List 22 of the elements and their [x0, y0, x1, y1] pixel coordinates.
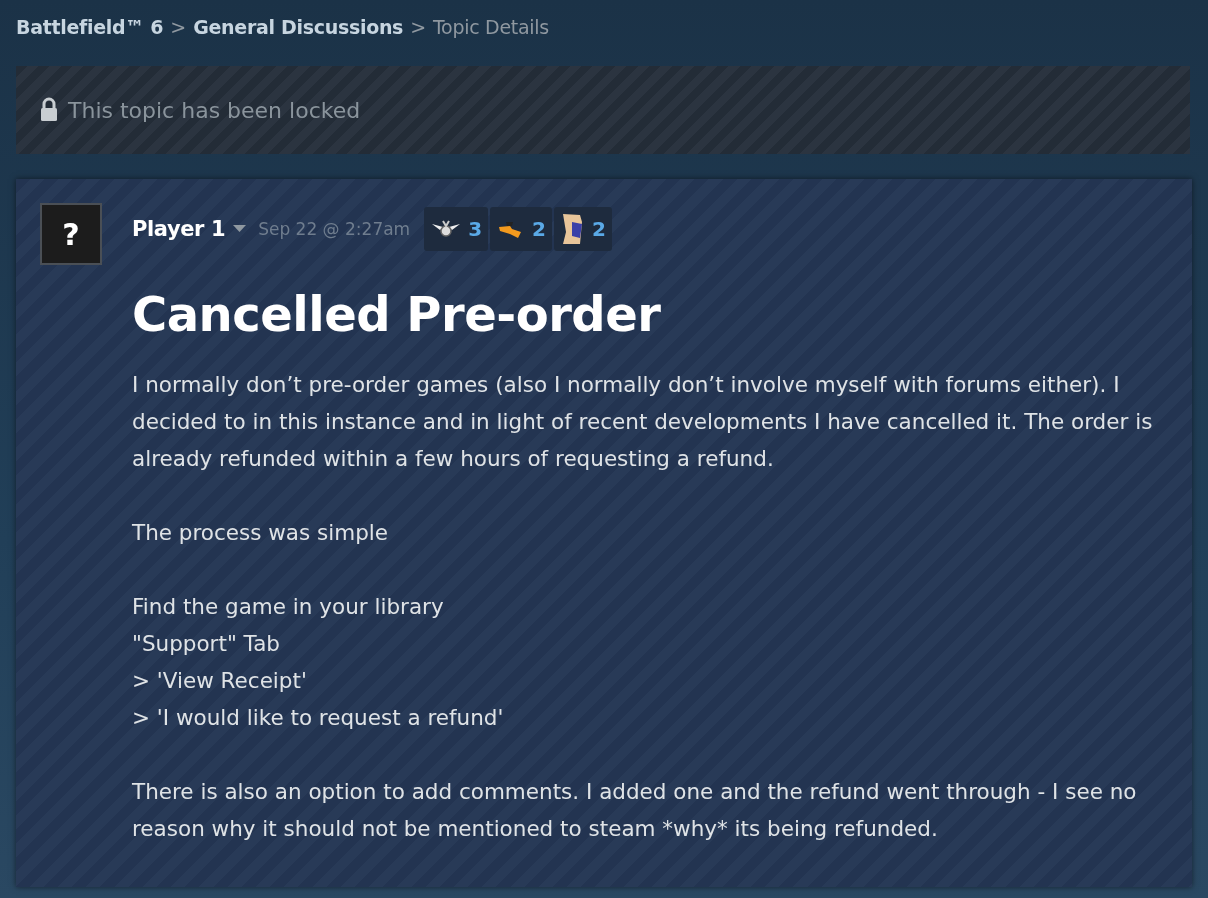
breadcrumb-separator: > [410, 16, 427, 38]
topic-title: Cancelled Pre-order [132, 286, 662, 342]
post-date: Sep 22 @ 2:27am [258, 219, 411, 239]
body-text: The process was simple [132, 519, 390, 547]
author-name[interactable]: Player 1 [132, 217, 226, 241]
dropdown-caret-icon[interactable] [233, 225, 247, 233]
body-text: Find the game in your library [132, 593, 445, 621]
body-text: I normally don’t pre-order games (also I normally don’t involve myself with forums either). I decided to in this instance and in light of recent developments I have cancelled it. The order is already refunded within a few hours of requesting a refund. [132, 371, 1154, 473]
breadcrumb-current: Topic Details [433, 16, 549, 38]
lock-notice: This topic has been locked [68, 97, 361, 123]
breadcrumb-separator: > [170, 16, 187, 38]
body-text: > 'View Receipt' [132, 667, 308, 695]
breadcrumb-link[interactable]: General Discussions [193, 16, 404, 38]
lock-icon [40, 97, 58, 123]
body-text: > 'I would like to request a refund' [132, 704, 505, 732]
award-badge[interactable]: 2 [490, 207, 553, 251]
avatar[interactable]: ? [40, 203, 102, 265]
body-text: There is also an option to add comments. I added one and the refund went through - I see no reason why it should not be mentioned to steam *why* its being refunded. [132, 778, 1138, 843]
award-badge[interactable]: 3 [424, 207, 489, 251]
award-badge[interactable]: 2 [554, 207, 612, 251]
body-text: "Support" Tab [132, 630, 281, 658]
breadcrumb-link[interactable]: Battlefield™ 6 [16, 16, 164, 38]
